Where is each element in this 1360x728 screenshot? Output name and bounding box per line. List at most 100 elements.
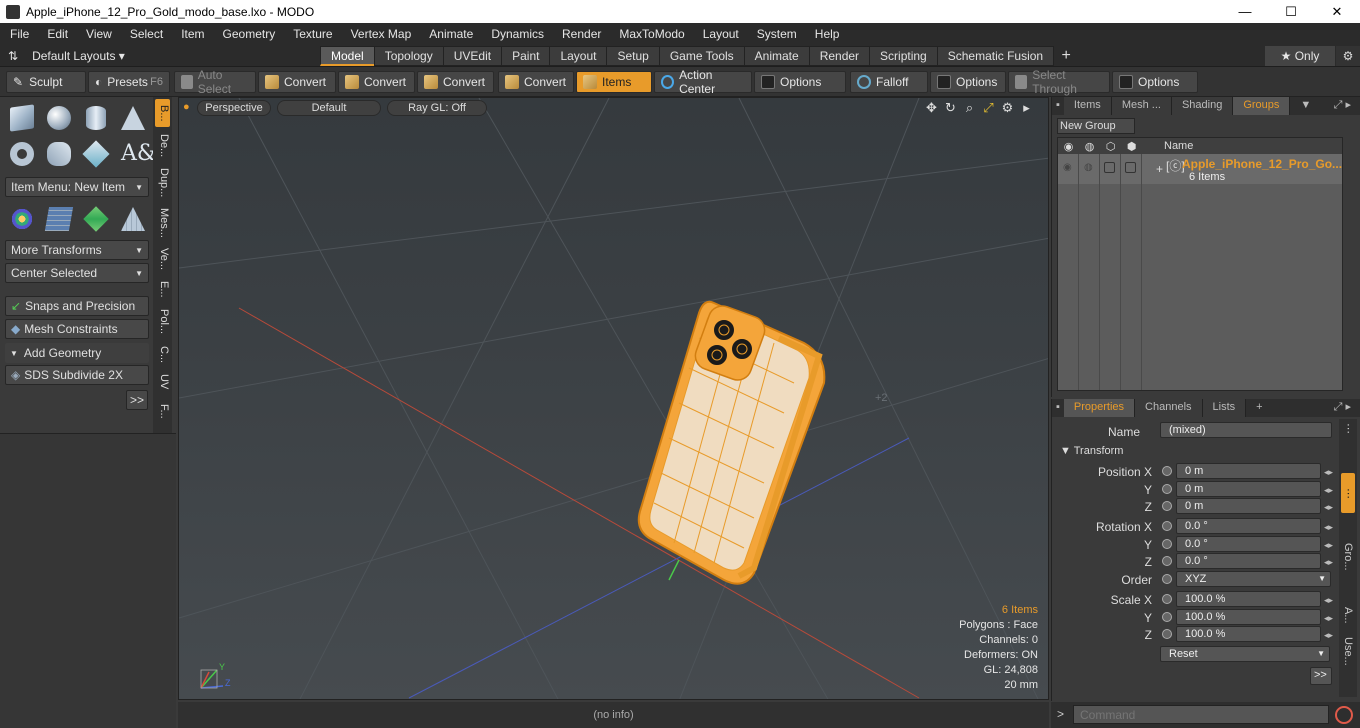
zoom-icon[interactable]: ⌕	[960, 100, 979, 116]
presets-button[interactable]: ◐ Presets F6	[88, 70, 170, 93]
falloff-button[interactable]: Falloff	[850, 70, 928, 93]
vtab-curve[interactable]: C...	[155, 343, 170, 367]
row-visibility-icon[interactable]: ◉	[1063, 162, 1072, 173]
side-tab-assembly[interactable]: A...	[1342, 607, 1354, 624]
maximize-button[interactable]: ☐	[1268, 0, 1314, 23]
wedge-tool-button[interactable]	[116, 202, 150, 236]
menu-edit[interactable]: Edit	[37, 23, 76, 45]
menu-render[interactable]: Render	[552, 23, 609, 45]
expand-plus-icon[interactable]: +	[1156, 162, 1163, 176]
grid-tool-button[interactable]	[42, 202, 76, 236]
menu-vertex-map[interactable]: Vertex Map	[341, 23, 420, 45]
rotation-x-key[interactable]	[1162, 521, 1172, 531]
tab-mesh[interactable]: Mesh ...	[1111, 97, 1172, 115]
raygl-button[interactable]: Ray GL: Off	[387, 100, 487, 116]
menu-item[interactable]: Item	[171, 23, 212, 45]
tab-uvedit[interactable]: UVEdit	[442, 45, 502, 66]
phone-model[interactable]	[637, 300, 826, 585]
falloff-options-button[interactable]: Options	[930, 70, 1006, 93]
menu-system[interactable]: System	[747, 23, 805, 45]
vtab-fusion[interactable]: F...	[155, 397, 170, 425]
gem-tool-button[interactable]	[79, 202, 113, 236]
side-tab-groups[interactable]: Gro...	[1342, 543, 1354, 571]
default-layouts-dropdown[interactable]: ⇅ Default Layouts ▾	[0, 49, 320, 63]
select-options-button[interactable]: Options	[1112, 70, 1198, 93]
tab-shading[interactable]: Shading	[1171, 97, 1234, 115]
position-z-stepper[interactable]: ◂▸	[1324, 502, 1333, 513]
vtab-vertex[interactable]: Ve...	[155, 245, 170, 273]
rotation-z-field[interactable]: 0.0 °	[1176, 553, 1321, 569]
3d-viewport[interactable]: ● Perspective Default Ray GL: Off ✥ ↻ ⌕ …	[178, 97, 1049, 700]
vtab-deform[interactable]: De...	[155, 131, 170, 161]
order-dropdown[interactable]: XYZ ▼	[1176, 571, 1331, 587]
row-select-checkbox[interactable]	[1125, 162, 1136, 173]
item-menu-dropdown[interactable]: Item Menu: New Item ▼	[5, 177, 149, 197]
add-tab-icon[interactable]: +	[1246, 399, 1273, 417]
tab-animate[interactable]: Animate	[743, 45, 809, 66]
tab-properties[interactable]: Properties	[1063, 399, 1136, 417]
convert-vertices-button[interactable]: Convert	[258, 70, 336, 93]
position-x-field[interactable]: 0 m	[1176, 463, 1321, 479]
scale-z-field[interactable]: 100.0 %	[1176, 626, 1321, 642]
position-z-field[interactable]: 0 m	[1176, 498, 1321, 514]
add-tab-button[interactable]: +	[1054, 47, 1078, 65]
tab-channels[interactable]: Channels	[1135, 399, 1203, 417]
scale-y-field[interactable]: 100.0 %	[1176, 609, 1321, 625]
position-z-key[interactable]	[1162, 501, 1172, 511]
record-macro-icon[interactable]	[1335, 706, 1353, 724]
scale-z-stepper[interactable]: ◂▸	[1324, 630, 1333, 641]
new-group-button[interactable]: New Group	[1057, 118, 1135, 134]
order-key[interactable]	[1162, 574, 1172, 584]
torus-primitive-button[interactable]	[5, 137, 39, 171]
menu-help[interactable]: Help	[805, 23, 848, 45]
tab-paint[interactable]: Paint	[501, 45, 550, 66]
vtab-mesh[interactable]: Mes...	[155, 205, 170, 241]
menu-select[interactable]: Select	[120, 23, 171, 45]
tab-layout[interactable]: Layout	[549, 45, 607, 66]
cone-primitive-button[interactable]	[116, 101, 150, 135]
scale-y-key[interactable]	[1162, 612, 1172, 622]
rotation-y-field[interactable]: 0.0 °	[1176, 536, 1321, 552]
cube-primitive-button[interactable]	[5, 101, 39, 135]
action-center-options-button[interactable]: Options	[754, 70, 846, 93]
rotation-z-stepper[interactable]: ◂▸	[1324, 557, 1333, 568]
scale-x-stepper[interactable]: ◂▸	[1324, 595, 1333, 606]
group-row[interactable]: ◉ ◍ + [ⓒ] Apple_iPhone_12_Pro_Go... 6 It…	[1058, 154, 1342, 184]
rotate-icon[interactable]: ↻	[941, 100, 960, 116]
convert-polygons-button[interactable]: Convert	[417, 70, 494, 93]
side-tab-user[interactable]: Use...	[1342, 637, 1354, 666]
sculpt-button[interactable]: ✎ Sculpt	[6, 70, 86, 93]
menu-dynamics[interactable]: Dynamics	[481, 23, 552, 45]
text-tool-button[interactable]: A&	[116, 137, 156, 171]
row-render-icon[interactable]: ◍	[1084, 162, 1093, 173]
rotation-y-key[interactable]	[1162, 539, 1172, 549]
add-geometry-section[interactable]: ▼ Add Geometry	[5, 343, 149, 363]
cylinder-primitive-button[interactable]	[79, 101, 113, 135]
side-dots-icon[interactable]: ⋯	[1342, 423, 1355, 434]
menu-texture[interactable]: Texture	[283, 23, 340, 45]
select-through-button[interactable]: Select Through	[1008, 68, 1110, 96]
tabs-dropdown-icon[interactable]: ▼	[1290, 97, 1322, 115]
convert-edges-button[interactable]: Convert	[338, 70, 415, 93]
rotation-x-stepper[interactable]: ◂▸	[1324, 522, 1333, 533]
viewport-menu-icon[interactable]: ▸	[1017, 100, 1036, 116]
position-y-key[interactable]	[1162, 484, 1172, 494]
fit-icon[interactable]: ⤢	[979, 100, 998, 116]
auto-select-button[interactable]: Auto Select	[174, 68, 256, 96]
center-selected-dropdown[interactable]: Center Selected ▼	[5, 263, 149, 283]
perspective-button[interactable]: Perspective	[197, 100, 271, 116]
minimize-button[interactable]: —	[1222, 0, 1268, 23]
menu-view[interactable]: View	[76, 23, 120, 45]
tube-primitive-button[interactable]	[42, 137, 76, 171]
vtab-polygon[interactable]: Pol...	[155, 305, 170, 339]
menu-maxtomodo[interactable]: MaxToModo	[609, 23, 692, 45]
tab-items[interactable]: Items	[1063, 97, 1112, 115]
default-style-button[interactable]: Default	[277, 100, 381, 116]
items-mode-button[interactable]: Items	[576, 70, 652, 93]
transform-tool-button[interactable]	[5, 202, 39, 236]
rotation-x-field[interactable]: 0.0 °	[1176, 518, 1321, 534]
position-x-key[interactable]	[1162, 466, 1172, 476]
scale-y-stepper[interactable]: ◂▸	[1324, 613, 1333, 624]
command-input[interactable]	[1073, 705, 1329, 724]
mesh-constraints-button[interactable]: ◆ Mesh Constraints	[5, 319, 149, 339]
